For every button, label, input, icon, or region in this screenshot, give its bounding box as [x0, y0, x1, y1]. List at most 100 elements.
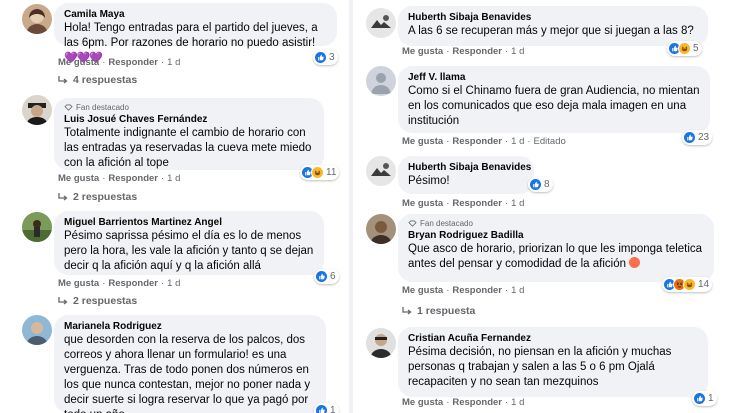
reaction-count: 8	[544, 179, 550, 190]
reply-link[interactable]: Responder	[452, 46, 502, 57]
reply-link[interactable]: Responder	[108, 173, 158, 184]
comment-text: Como si el Chinamo fuera de gran Audienc…	[408, 85, 700, 127]
replies-count: 1 respuesta	[417, 305, 476, 317]
haha-reaction-icon	[678, 42, 691, 55]
avatar[interactable]	[22, 212, 52, 242]
comment-bubble: Fan destacado Bryan Rodriguez Badilla Qu…	[398, 214, 714, 282]
like-link[interactable]: Me gusta	[402, 136, 443, 147]
replies-count: 4 respuestas	[73, 74, 138, 86]
comments-column-right: Huberth Sibaja Benavides A las 6 se recu…	[356, 0, 740, 413]
reaction-summary[interactable]: 1	[314, 403, 339, 413]
comment-actions: Me gusta · Responder · 1 d	[402, 46, 525, 57]
view-replies-link[interactable]: 1 respuesta	[402, 305, 475, 317]
avatar[interactable]	[22, 4, 52, 34]
fan-badge: Fan destacado	[408, 219, 704, 228]
comment-bubble: Miguel Barrientos Martinez Angel Pésimo …	[54, 211, 324, 275]
comment-time[interactable]: 1 d	[511, 397, 524, 408]
like-link[interactable]: Me gusta	[58, 278, 99, 289]
comment-bubble: Huberth Sibaja Benavides Pésimo!	[398, 156, 534, 194]
comment-time[interactable]: 1 d	[167, 278, 180, 289]
reaction-count: 3	[329, 52, 335, 63]
comment-time[interactable]: 1 d	[167, 173, 180, 184]
comment-time[interactable]: 1 d	[511, 198, 524, 209]
comment-time[interactable]: 1 d	[511, 285, 524, 296]
comment-bubble: Jeff V. llama Como si el Chinamo fuera d…	[398, 66, 710, 133]
reply-link[interactable]: Responder	[452, 397, 502, 408]
comment-time[interactable]: 1 d	[511, 136, 524, 147]
view-replies-link[interactable]: 2 respuestas	[58, 295, 137, 307]
comment-actions: Me gusta · Responder · 1 d	[402, 285, 525, 296]
comment-actions: Me gusta · Responder · 1 d	[58, 57, 181, 68]
fan-badge-label: Fan destacado	[420, 219, 473, 228]
comment-author[interactable]: Camila Maya	[64, 8, 327, 21]
reply-arrow-icon	[58, 193, 68, 201]
reply-link[interactable]: Responder	[452, 285, 502, 296]
avatar[interactable]	[366, 66, 396, 96]
reply-link[interactable]: Responder	[108, 57, 158, 68]
reply-link[interactable]: Responder	[108, 278, 158, 289]
reply-arrow-icon	[58, 297, 68, 305]
reaction-summary[interactable]: 11	[300, 165, 340, 180]
haha-reaction-icon	[683, 278, 696, 291]
reaction-count: 11	[326, 167, 337, 178]
reaction-summary[interactable]: 23	[682, 130, 713, 145]
comment-time[interactable]: 1 d	[167, 57, 180, 68]
view-replies-link[interactable]: 2 respuestas	[58, 191, 137, 203]
comment-author[interactable]: Marianela Rodriguez	[64, 320, 316, 333]
reply-link[interactable]: Responder	[452, 198, 502, 209]
comment-author[interactable]: Bryan Rodriguez Badilla	[408, 229, 704, 242]
avatar[interactable]	[366, 8, 396, 38]
avatar[interactable]	[366, 156, 396, 186]
reaction-summary[interactable]: 1	[692, 391, 717, 406]
comment-actions: Me gusta · Responder · 1 d	[402, 198, 525, 209]
reaction-summary[interactable]: 6	[314, 269, 339, 284]
like-link[interactable]: Me gusta	[402, 198, 443, 209]
comment-text-body: Hola! Tengo entradas para el partido del…	[64, 22, 318, 49]
like-reaction-icon	[315, 404, 328, 413]
reaction-count: 5	[693, 43, 699, 54]
like-reaction-icon	[529, 178, 542, 191]
comment-author[interactable]: Jeff V. llama	[408, 71, 700, 84]
like-link[interactable]: Me gusta	[402, 397, 443, 408]
comment-author[interactable]: Huberth Sibaja Benavides	[408, 161, 531, 174]
like-link[interactable]: Me gusta	[58, 173, 99, 184]
reply-link[interactable]: Responder	[452, 136, 502, 147]
like-link[interactable]: Me gusta	[402, 46, 443, 57]
like-link[interactable]: Me gusta	[58, 57, 99, 68]
comment-actions: Me gusta · Responder · 1 d	[58, 173, 181, 184]
comment-author[interactable]: Miguel Barrientos Martinez Angel	[64, 216, 314, 229]
comment-author[interactable]: Luis Josué Chaves Fernández	[64, 113, 314, 126]
comment-bubble: Fan destacado Luis Josué Chaves Fernánde…	[54, 98, 324, 170]
fan-badge-label: Fan destacado	[76, 103, 129, 112]
like-reaction-icon	[314, 51, 327, 64]
replies-count: 2 respuestas	[73, 191, 138, 203]
avatar[interactable]	[366, 328, 396, 358]
reaction-summary[interactable]: 14	[662, 277, 713, 292]
reaction-summary[interactable]: 8	[528, 177, 553, 192]
view-replies-link[interactable]: 4 respuestas	[58, 74, 137, 86]
avatar[interactable]	[22, 315, 52, 345]
replies-count: 2 respuestas	[73, 295, 138, 307]
comment-actions: Me gusta · Responder · 1 d	[58, 278, 181, 289]
reply-arrow-icon	[58, 76, 68, 84]
like-reaction-icon	[693, 392, 706, 405]
reaction-count: 1	[708, 393, 714, 404]
comment-bubble: Huberth Sibaja Benavides A las 6 se recu…	[398, 6, 708, 46]
comment-bubble: Camila Maya Hola! Tengo entradas para el…	[54, 3, 337, 64]
comment-author[interactable]: Cristian Acuña Fernandez	[408, 332, 698, 345]
comment-time[interactable]: 1 d	[511, 46, 524, 57]
reaction-summary[interactable]: 5	[667, 41, 702, 56]
comment-bubble: Marianela Rodriguez que desorden con la …	[54, 315, 326, 413]
comment-author[interactable]: Huberth Sibaja Benavides	[408, 11, 698, 24]
comment-text: que desorden con la reserva de los palco…	[64, 334, 311, 413]
comments-column-left: Camila Maya Hola! Tengo entradas para el…	[0, 0, 346, 413]
comment-text: A las 6 se recuperan más y mejor que si …	[408, 25, 694, 37]
comment-text: Que asco de horario, priorizan lo que le…	[408, 242, 704, 272]
avatar[interactable]	[366, 214, 396, 244]
reaction-count: 1	[330, 405, 336, 413]
comment-bubble: Cristian Acuña Fernandez Pésima decisión…	[398, 327, 708, 397]
reaction-summary[interactable]: 3	[313, 50, 338, 65]
like-link[interactable]: Me gusta	[402, 285, 443, 296]
reaction-count: 6	[330, 271, 336, 282]
avatar[interactable]	[22, 95, 52, 125]
